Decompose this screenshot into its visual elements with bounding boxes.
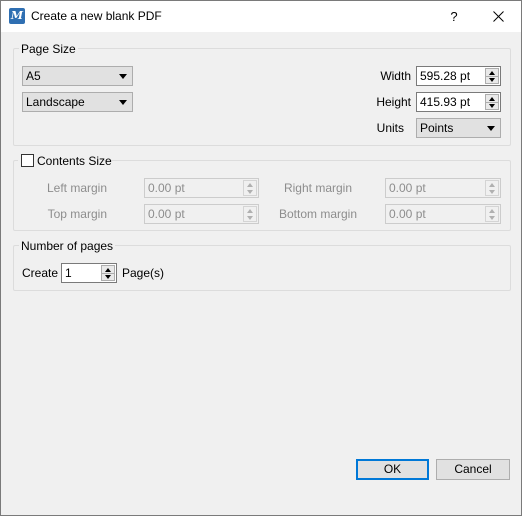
height-stepper[interactable] [485, 94, 499, 110]
create-label: Create [22, 266, 59, 280]
height-label: Height [376, 95, 411, 109]
top-margin-spinbox[interactable]: 0.00 pt [144, 204, 259, 224]
arrow-down-icon [489, 78, 495, 82]
contents-size-checkbox[interactable] [21, 154, 34, 167]
arrow-down-icon [489, 190, 495, 194]
chevron-down-icon [119, 74, 127, 79]
arrow-up-icon [105, 268, 111, 272]
top-margin-stepper[interactable] [243, 206, 257, 222]
right-margin-stepper[interactable] [485, 180, 499, 196]
page-format-select[interactable]: A5 [22, 66, 133, 86]
width-value: 595.28 pt [420, 69, 471, 83]
arrow-up-icon [247, 209, 253, 213]
height-value: 415.93 pt [420, 95, 471, 109]
left-margin-stepper[interactable] [243, 180, 257, 196]
dialog-window: M Create a new blank PDF ? Page Size A5 … [0, 0, 522, 516]
left-margin-label: Left margin [46, 181, 107, 195]
width-stepper[interactable] [485, 68, 499, 84]
arrow-up-icon [489, 209, 495, 213]
left-margin-spinbox[interactable]: 0.00 pt [144, 178, 259, 198]
contents-size-label[interactable]: Contents Size [37, 154, 112, 168]
width-spinbox[interactable]: 595.28 pt [416, 66, 501, 86]
chevron-down-icon [487, 126, 495, 131]
right-margin-spinbox[interactable]: 0.00 pt [385, 178, 501, 198]
right-margin-value: 0.00 pt [389, 181, 426, 195]
ok-button[interactable]: OK [356, 459, 429, 480]
page-count-spinbox[interactable]: 1 [61, 263, 117, 283]
app-logo-icon: M [9, 8, 25, 24]
units-value: Points [420, 121, 454, 135]
arrow-up-icon [489, 71, 495, 75]
arrow-up-icon [489, 97, 495, 101]
top-margin-label: Top margin [47, 207, 107, 221]
right-margin-label: Right margin [283, 181, 352, 195]
stepper-divider [102, 273, 114, 274]
units-label: Units [376, 121, 404, 135]
title-bar[interactable]: M Create a new blank PDF ? [1, 1, 521, 32]
arrow-down-icon [247, 216, 253, 220]
window-title: Create a new blank PDF [31, 9, 162, 23]
page-size-group-title: Page Size [19, 42, 78, 56]
orientation-select[interactable]: Landscape [22, 92, 133, 112]
close-icon [492, 11, 504, 22]
arrow-down-icon [489, 104, 495, 108]
width-label: Width [380, 69, 411, 83]
page-count-value: 1 [65, 266, 72, 280]
bottom-margin-stepper[interactable] [485, 206, 499, 222]
stepper-divider [486, 102, 498, 103]
chevron-down-icon [119, 100, 127, 105]
arrow-down-icon [489, 216, 495, 220]
orientation-value: Landscape [26, 95, 85, 109]
page-count-stepper[interactable] [101, 265, 115, 281]
arrow-down-icon [105, 275, 111, 279]
pages-suffix-label: Page(s) [122, 266, 165, 280]
arrow-up-icon [247, 183, 253, 187]
arrow-up-icon [489, 183, 495, 187]
bottom-margin-spinbox[interactable]: 0.00 pt [385, 204, 501, 224]
bottom-margin-label: Bottom margin [278, 207, 357, 221]
units-select[interactable]: Points [416, 118, 501, 138]
cancel-button[interactable]: Cancel [436, 459, 510, 480]
top-margin-value: 0.00 pt [148, 207, 185, 221]
close-button[interactable] [475, 1, 521, 32]
height-spinbox[interactable]: 415.93 pt [416, 92, 501, 112]
arrow-down-icon [247, 190, 253, 194]
page-format-value: A5 [26, 69, 41, 83]
bottom-margin-value: 0.00 pt [389, 207, 426, 221]
left-margin-value: 0.00 pt [148, 181, 185, 195]
number-of-pages-group-title: Number of pages [19, 239, 116, 253]
stepper-divider [486, 76, 498, 77]
help-button[interactable]: ? [431, 1, 477, 32]
